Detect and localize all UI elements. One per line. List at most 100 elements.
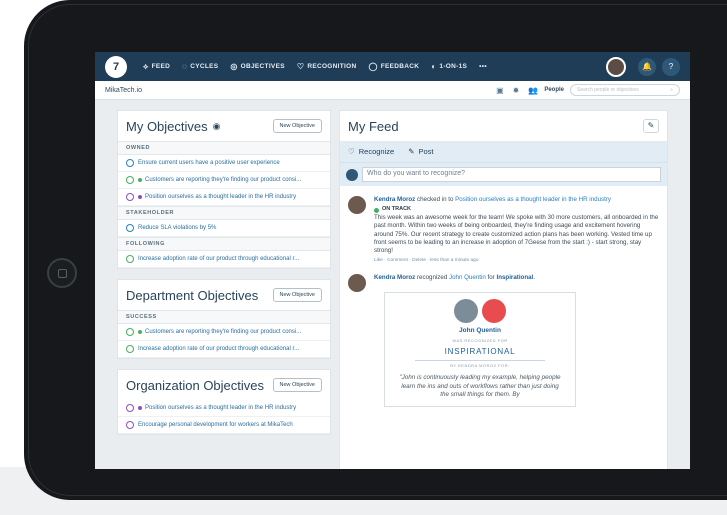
search-placeholder: Search people or objectives [577,87,639,93]
objective-row[interactable]: Ensure current users have a positive use… [118,155,330,172]
objective-text: Customers are reporting they're finding … [145,329,302,335]
objective-row[interactable]: Increase adoption rate of our product th… [118,251,330,268]
post-body: Kendra Moroz checked in to Position ours… [374,196,659,264]
nav-objectives[interactable]: ◎ OBJECTIVES [230,62,284,71]
post-end: . [533,274,535,282]
feed-header: My Feed ✎ [340,111,667,141]
photo-scene: 7 ⟡ FEED ◌ CYCLES ◎ OBJECTIVES ♡ RECOGNITION… [0,0,727,515]
objective-row[interactable]: Encourage personal development for worke… [118,417,330,434]
objective-row[interactable]: Customers are reporting they're finding … [118,324,330,341]
objective-row[interactable]: Increase adoption rate of our product th… [118,341,330,358]
tab-recognize-label: Recognize [358,147,395,156]
feed-post-checkin: Kendra Moroz checked in to Position ours… [340,186,667,264]
gear-icon[interactable]: ✹ [513,86,520,95]
nav-feed[interactable]: ⟡ FEED [143,62,170,72]
post-author[interactable]: Kendra Moroz [374,196,415,203]
status-ring-icon [126,255,134,263]
section-stakeholder: STAKEHOLDER [118,206,330,220]
section-success: SUCCESS [118,310,330,324]
avatar[interactable] [348,196,366,214]
recognition-card: John Quentin WAS RECOGNIZED FOR INSPIRAT… [384,292,576,408]
value-link[interactable]: Inspirational [496,274,533,281]
objective-text: Increase adoption rate of our product th… [138,346,300,352]
objective-text: Position ourselves as a thought leader i… [145,194,297,200]
status-ring-icon [126,176,134,184]
app-screen: 7 ⟡ FEED ◌ CYCLES ◎ OBJECTIVES ♡ RECOGNITION… [95,52,690,469]
more-menu-button[interactable]: ••• [479,63,487,70]
nav-recognition[interactable]: ♡ RECOGNITION [297,62,357,71]
new-objective-button[interactable]: New Objective [272,378,322,392]
main-content: My Objectives ◉ New Objective OWNED Ensu… [95,100,690,469]
status-label: ON TRACK [382,206,412,213]
status-dot-icon [138,178,142,182]
department-objectives-card: Department Objectives New Objective SUCC… [117,279,331,359]
organization-objectives-title: Organization Objectives [126,377,265,393]
search-input[interactable]: Search people or objectives ⌕ [570,84,680,96]
status-ring-icon [126,159,134,167]
nav-recognition-label: RECOGNITION [307,63,357,70]
eye-icon[interactable]: ◉ [213,121,221,132]
objective-row[interactable]: Reduce SLA violations by 5% [118,220,330,237]
new-objective-button[interactable]: New Objective [272,288,322,302]
objective-link[interactable]: Position ourselves as a thought leader i… [455,196,611,203]
home-button[interactable] [47,258,77,288]
user-avatar[interactable] [606,56,626,77]
recipient-link[interactable]: John Quentin [449,274,486,281]
tab-post[interactable]: ✎ Post [408,147,433,156]
bell-icon[interactable]: 🔔 [638,57,656,76]
organization-objectives-card: Organization Objectives New Objective Po… [117,369,331,435]
people-label[interactable]: People [544,87,564,93]
recognized-label: WAS RECOGNIZED FOR [452,338,508,344]
status-dot-icon [138,195,142,199]
recognition-quote: "John is continuously leading my example… [399,373,561,399]
post-body: Kendra Moroz recognized John Quentin for… [374,274,659,408]
badge-icon [482,299,506,324]
objective-row[interactable]: Position ourselves as a thought leader i… [118,189,330,206]
person-icon [346,168,358,181]
nav-one-on-ones[interactable]: ◐ 1-ON-1S [431,62,467,71]
nav-cycles[interactable]: ◌ CYCLES [182,62,218,71]
status-dot-icon [374,207,379,213]
tab-recognize[interactable]: ♡ Recognize [348,147,394,156]
objectives-icon: ◎ [230,62,238,71]
logo[interactable]: 7 [105,55,127,78]
right-column: My Feed ✎ ♡ Recognize ✎ Post Who do you wa… [339,110,668,469]
help-icon[interactable]: ? [662,57,680,76]
recognition-avatars [397,299,563,324]
status-ring-icon [126,193,134,201]
post-meta[interactable]: Like · Comment · Delete · less than a mi… [374,258,659,264]
section-owned: OWNED [118,141,330,155]
subbar-right: ▣ ✹ 👥 People Search people or objectives… [496,84,680,96]
recipient-name[interactable]: John Quentin [397,327,563,336]
recognize-input[interactable]: Who do you want to recognize? [362,167,661,182]
cycles-icon: ◌ [182,62,188,71]
post-headline: Kendra Moroz recognized John Quentin for… [374,274,659,282]
objective-row[interactable]: Position ourselves as a thought leader i… [118,400,330,417]
department-objectives-header: Department Objectives New Objective [118,280,330,310]
section-following: FOLLOWING [118,237,330,251]
org-name[interactable]: MikaTech.io [105,87,142,94]
post-icon: ✎ [408,147,415,156]
people-icon: 👥 [528,85,539,95]
nav-right: 🔔 ? [606,56,680,77]
post-author[interactable]: Kendra Moroz [374,274,415,281]
top-nav: 7 ⟡ FEED ◌ CYCLES ◎ OBJECTIVES ♡ RECOGNITION… [95,52,690,81]
nav-one-on-ones-label: 1-ON-1S [439,63,468,70]
new-objective-button[interactable]: New Objective [272,119,322,133]
objective-text: Position ourselves as a thought leader i… [145,405,297,411]
nav-cycles-label: CYCLES [190,63,219,70]
edit-icon[interactable]: ✎ [643,119,659,133]
avatar[interactable] [348,274,366,293]
feedback-icon: ◯ [368,62,378,71]
recognize-bar: Who do you want to recognize? [340,162,667,186]
department-objectives-title: Department Objectives [126,287,259,303]
nav-feedback[interactable]: ◯ FEEDBACK [369,62,420,71]
objective-text: Customers are reporting they're finding … [145,177,302,183]
feed-icon: ⟡ [143,61,149,71]
objective-row[interactable]: Customers are reporting they're finding … [118,172,330,189]
nav-feed-label: FEED [151,63,171,70]
objective-text: Encourage personal development for worke… [138,422,293,428]
recognize-icon: ♡ [348,147,355,156]
chat-icon[interactable]: ▣ [496,86,504,95]
recognition-value: INSPIRATIONAL [415,345,545,362]
